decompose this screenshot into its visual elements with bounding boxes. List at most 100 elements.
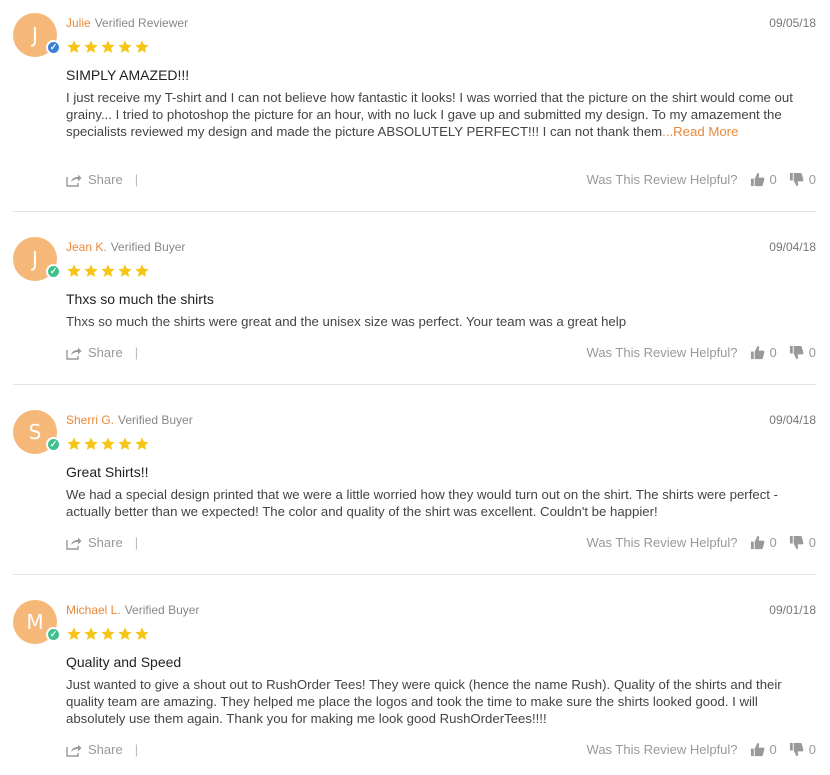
share-button[interactable]: Share |: [66, 172, 138, 187]
star-icon: [101, 264, 115, 277]
reviewer-role: Verified Buyer: [124, 603, 200, 617]
star-rating: [66, 436, 150, 452]
reviewer-name: Jean K.: [66, 240, 107, 254]
share-button[interactable]: Share |: [66, 535, 138, 550]
thumbs-up-icon: [750, 535, 764, 550]
read-more-link[interactable]: ...Read More: [662, 124, 738, 139]
downvote-button[interactable]: 0: [789, 345, 816, 360]
downvote-count: 0: [808, 345, 816, 360]
verified-buyer-badge-icon: ✓: [46, 437, 61, 452]
star-icon: [118, 264, 132, 277]
review-date: 09/04/18: [769, 413, 816, 427]
thumbs-down-icon: [789, 345, 804, 360]
star-icon: [101, 437, 115, 450]
upvote-count: 0: [769, 172, 777, 187]
reviewer-role: Verified Buyer: [118, 413, 193, 427]
thumbs-down-icon: [789, 535, 804, 550]
star-icon: [118, 627, 132, 640]
share-label: Share: [88, 345, 123, 360]
star-icon: [101, 40, 115, 53]
divider: [13, 574, 816, 575]
share-separator: |: [134, 535, 139, 550]
verified-reviewer-badge-icon: ✓: [46, 40, 61, 55]
reviewer-info: Jean K. Verified Buyer: [66, 240, 185, 254]
star-icon: [84, 437, 98, 450]
review-body: Just wanted to give a shout out to RushO…: [66, 676, 816, 727]
star-icon: [84, 264, 98, 277]
star-icon: [67, 627, 81, 640]
helpful-row: Was This Review Helpful? 0 0: [587, 345, 816, 360]
upvote-count: 0: [769, 345, 777, 360]
review-body: Thxs so much the shirts were great and t…: [66, 313, 816, 330]
review-body: I just receive my T-shirt and I can not …: [66, 89, 816, 140]
helpful-label: Was This Review Helpful?: [586, 172, 738, 187]
star-icon: [135, 40, 149, 53]
share-icon: [66, 347, 82, 360]
review-date: 09/05/18: [769, 16, 816, 30]
helpful-row: Was This Review Helpful? 0 0: [587, 172, 816, 187]
reviewer-info: Michael L. Verified Buyer: [66, 603, 199, 617]
upvote-button[interactable]: 0: [750, 345, 777, 360]
divider: [13, 384, 816, 385]
helpful-label: Was This Review Helpful?: [586, 535, 738, 550]
star-icon: [84, 627, 98, 640]
share-separator: |: [134, 742, 139, 757]
upvote-button[interactable]: 0: [750, 535, 777, 550]
star-icon: [84, 40, 98, 53]
review-title: Thxs so much the shirts: [66, 291, 214, 307]
star-icon: [118, 437, 132, 450]
upvote-count: 0: [769, 535, 777, 550]
downvote-button[interactable]: 0: [789, 172, 816, 187]
downvote-count: 0: [808, 535, 816, 550]
review-title: Quality and Speed: [66, 654, 182, 670]
star-icon: [135, 627, 149, 640]
thumbs-down-icon: [789, 742, 804, 757]
review-title: Great Shirts!!: [66, 464, 149, 480]
verified-buyer-badge-icon: ✓: [46, 264, 61, 279]
review-text: Thxs so much the shirts were great and t…: [66, 314, 627, 329]
helpful-row: Was This Review Helpful? 0 0: [587, 742, 816, 757]
downvote-count: 0: [808, 742, 816, 757]
upvote-count: 0: [769, 742, 777, 757]
reviewer-role: Verified Buyer: [110, 240, 186, 254]
helpful-row: Was This Review Helpful? 0 0: [587, 535, 816, 550]
reviewer-role: Verified Reviewer: [94, 16, 189, 30]
star-icon: [101, 627, 115, 640]
upvote-button[interactable]: 0: [750, 172, 777, 187]
upvote-button[interactable]: 0: [750, 742, 777, 757]
reviewer-name: Sherri G.: [66, 413, 115, 427]
downvote-button[interactable]: 0: [789, 742, 816, 757]
share-label: Share: [88, 742, 123, 757]
star-icon: [118, 40, 132, 53]
share-label: Share: [88, 535, 123, 550]
star-rating: [66, 263, 150, 279]
share-separator: |: [134, 172, 139, 187]
reviewer-info: Sherri G. Verified Buyer: [66, 413, 193, 427]
share-button[interactable]: Share |: [66, 345, 138, 360]
share-icon: [66, 537, 82, 550]
review-date: 09/04/18: [769, 240, 816, 254]
star-rating: [66, 626, 150, 642]
downvote-count: 0: [808, 172, 816, 187]
share-icon: [66, 174, 82, 187]
star-icon: [135, 264, 149, 277]
share-icon: [66, 744, 82, 757]
review-text: Just wanted to give a shout out to RushO…: [66, 677, 782, 726]
reviewer-info: Julie Verified Reviewer: [66, 16, 188, 30]
divider: [13, 211, 816, 212]
share-button[interactable]: Share |: [66, 742, 138, 757]
review-title: SIMPLY AMAZED!!!: [66, 67, 190, 83]
star-rating: [66, 39, 150, 55]
helpful-label: Was This Review Helpful?: [586, 742, 738, 757]
reviewer-name: Michael L.: [66, 603, 121, 617]
thumbs-up-icon: [750, 172, 764, 187]
review-text: We had a special design printed that we …: [66, 487, 779, 519]
star-icon: [67, 437, 81, 450]
thumbs-up-icon: [750, 742, 764, 757]
share-label: Share: [88, 172, 123, 187]
reviewer-name: Julie: [66, 16, 91, 30]
share-separator: |: [134, 345, 139, 360]
downvote-button[interactable]: 0: [789, 535, 816, 550]
thumbs-down-icon: [789, 172, 804, 187]
review-body: We had a special design printed that we …: [66, 486, 816, 520]
